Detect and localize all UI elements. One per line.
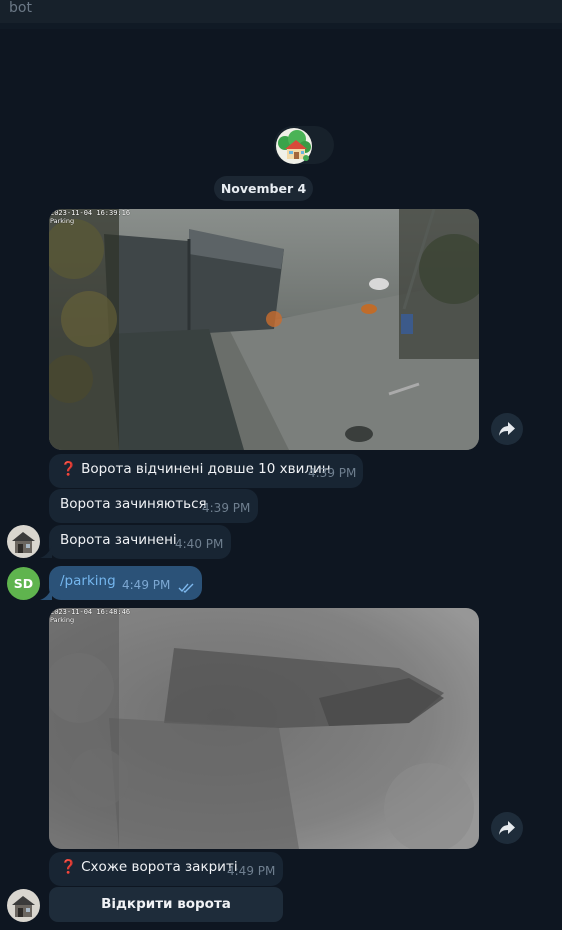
- camera-label: Parking: [50, 616, 75, 624]
- date-separator: November 4: [214, 176, 313, 201]
- user-avatar[interactable]: SD: [7, 567, 40, 600]
- bot-avatar[interactable]: [7, 525, 40, 558]
- message-bubble[interactable]: Ворота зачиняються 4:39 PM: [49, 489, 258, 523]
- message-time: 4:40 PM: [175, 537, 224, 551]
- photo-timestamp: 2023-11-04 16:48:46: [50, 608, 131, 616]
- photo-timestamp: 2023-11-04 16:39:16: [50, 209, 131, 217]
- share-arrow-icon: [499, 821, 515, 835]
- message-text: Ворота зачиняються: [60, 496, 207, 512]
- bubble-tail: [40, 546, 52, 558]
- chat-title[interactable]: bot: [9, 0, 32, 16]
- message-bubble[interactable]: ❓ Ворота відчинені довше 10 хвилин 4:39 …: [49, 454, 363, 488]
- message-bubble[interactable]: ❓ Схоже ворота закриті 4:49 PM: [49, 852, 283, 886]
- open-gate-button[interactable]: Відкрити ворота: [49, 887, 283, 922]
- message-bubble[interactable]: Ворота зачинені 4:40 PM: [49, 525, 231, 559]
- share-arrow-icon: [499, 422, 515, 436]
- message-time: 4:39 PM: [308, 466, 357, 480]
- message-text: Ворота зачинені: [60, 532, 177, 548]
- camera-photo[interactable]: 2023-11-04 16:48:46 Parking: [49, 608, 479, 849]
- double-check-icon: [178, 583, 194, 593]
- house-emoji-icon: [275, 127, 313, 165]
- message-time: 4:39 PM: [202, 501, 251, 515]
- share-button[interactable]: [491, 812, 523, 844]
- bot-avatar[interactable]: [7, 889, 40, 922]
- top-bar: bot: [0, 0, 562, 23]
- message-time: 4:49 PM: [227, 864, 276, 878]
- camera-photo[interactable]: 2023-11-04 16:39:16 Parking: [49, 209, 479, 450]
- share-button[interactable]: [491, 413, 523, 445]
- command-link[interactable]: /parking: [60, 573, 116, 589]
- message-time: 4:49 PM: [122, 578, 171, 592]
- message-text: ❓ Ворота відчинені довше 10 хвилин: [60, 461, 331, 477]
- message-text: ❓ Схоже ворота закриті: [60, 859, 238, 875]
- top-divider: [0, 23, 562, 29]
- camera-label: Parking: [50, 217, 75, 225]
- outgoing-message-bubble[interactable]: /parking 4:49 PM: [49, 566, 202, 600]
